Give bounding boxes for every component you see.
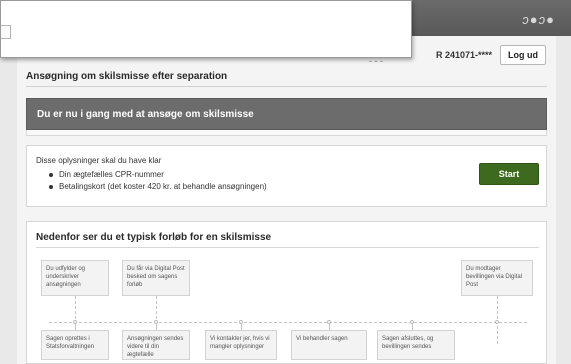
list-item: Betalingskort (det koster 420 kr. at beh… [49, 181, 267, 193]
dropdown-popup[interactable] [0, 0, 412, 58]
flow-step: Vi kontakter jer, hvis vi mangler oplysn… [205, 330, 277, 360]
process-flow-card: Nedenfor ser du et typisk forløb for en … [26, 221, 547, 364]
requirements-card: Disse oplysninger skal du have klar Din … [26, 145, 547, 207]
timeline-node [495, 320, 499, 324]
timeline-line [49, 322, 527, 323]
status-banner: Du er nu i gang med at ansøge om skilsmi… [26, 98, 547, 130]
list-item: Din ægtefælles CPR-nummer [49, 169, 267, 181]
requirements-list: Din ægtefælles CPR-nummer Betalingskort … [49, 169, 267, 193]
flow-step: Sagen oprettes i Statsforvaltningen [41, 330, 109, 360]
flow-step: Du modtager bevillingen via Digital Post [461, 260, 533, 296]
flow-step: Du udfylder og underskriver ansøgningen [41, 260, 109, 296]
banner-panel [26, 130, 547, 136]
start-button[interactable]: Start [479, 163, 539, 185]
flow-step: Ansøgningen sendes videre til din ægtefæ… [122, 330, 190, 360]
requirements-lead: Disse oplysninger skal du have klar [36, 156, 162, 165]
status-banner-text: Du er nu i gang med at ansøge om skilsmi… [37, 109, 254, 120]
flow-divider [36, 247, 539, 248]
title-divider [26, 86, 547, 87]
flow-step: Du får via Digital Post besked om sagens… [122, 260, 190, 296]
main-content: - - - R 241071-**** Log ud Ansøgning om … [17, 36, 556, 364]
cpr-number: R 241071-**** [435, 50, 492, 60]
logout-button[interactable]: Log ud [500, 45, 546, 65]
flow-step: Sagen afsluttes, og bevillingen sendes [377, 330, 455, 360]
flow-step: Vi behandler sagen [291, 330, 367, 360]
page-title: Ansøgning om skilsmisse efter separation [26, 71, 228, 82]
popup-input-field[interactable] [1, 25, 11, 39]
site-logo: ɔ●ɔ● [522, 12, 555, 27]
flow-heading: Nedenfor ser du et typisk forløb for en … [36, 232, 272, 243]
user-bar: R 241071-**** Log ud [436, 45, 546, 65]
